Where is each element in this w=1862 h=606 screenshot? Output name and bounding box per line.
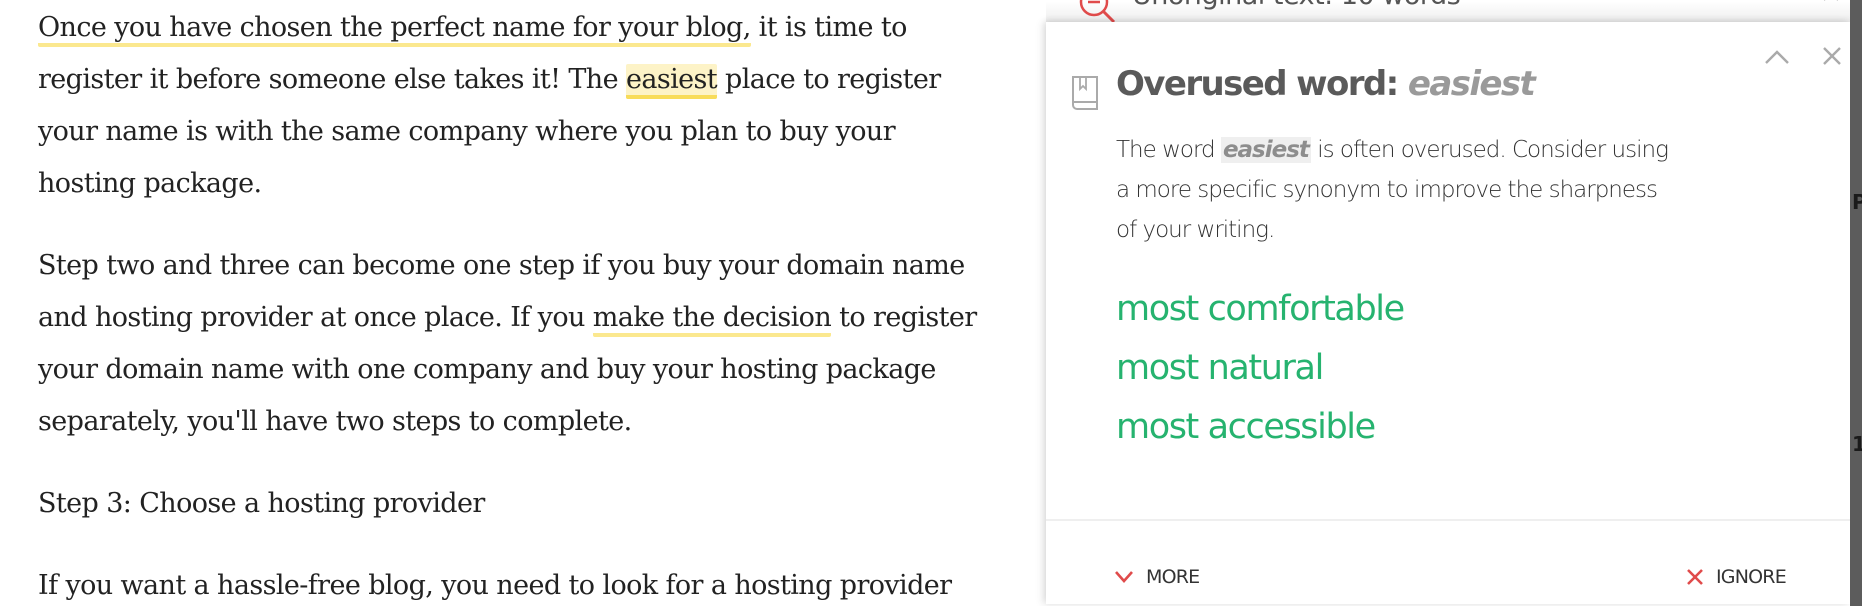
more-button[interactable]: MORE (1114, 562, 1200, 592)
suggestion-card: Overused word: easiest The word easiest … (1046, 22, 1850, 604)
close-icon[interactable] (1822, 0, 1840, 2)
ignore-button[interactable]: IGNORE (1686, 562, 1787, 592)
style-suggestion-underline[interactable]: make the decision (592, 302, 832, 337)
card-title: Overused word: easiest (1116, 64, 1536, 104)
paragraph-line: and hosting provider at once place. If y… (38, 292, 977, 344)
desc-text: is often overused. Consider using (1310, 137, 1669, 163)
chevron-up-icon[interactable] (1763, 46, 1791, 68)
paragraph-line: Step two and three can become one step i… (38, 250, 965, 281)
cropped-text-fragment: 1 (1852, 432, 1862, 456)
book-icon (1072, 76, 1098, 110)
heading-text: Step 3: Choose a hosting provider (38, 488, 485, 519)
text-run: register it before someone else takes it… (38, 64, 626, 95)
desc-text: The word (1116, 137, 1221, 163)
background-panel-edge: P 1 (1850, 0, 1862, 606)
paragraph-2[interactable]: Step two and three can become one step i… (38, 240, 977, 448)
paragraph-line: separately, you'll have two steps to com… (38, 406, 632, 437)
suggestion-item[interactable]: most accessible (1116, 398, 1404, 457)
section-heading: Step 3: Choose a hosting provider (38, 478, 485, 530)
desc-text: a more specific synonym to improve the s… (1116, 177, 1658, 203)
card-description: The word easiest is often overused. Cons… (1116, 130, 1726, 250)
footer-divider (1046, 519, 1850, 521)
title-word: easiest (1407, 64, 1536, 104)
desc-highlighted-word: easiest (1220, 137, 1311, 163)
text-run: to register (831, 302, 977, 333)
collapsed-suggestion-card[interactable]: Unoriginal text: 10 words (1046, 0, 1850, 24)
text-run: place to register (717, 64, 941, 95)
paragraph-1[interactable]: Once you have chosen the perfect name fo… (38, 2, 941, 210)
paragraph-line: your domain name with one company and bu… (38, 354, 936, 385)
text-run: it is time to (750, 12, 908, 43)
suggestion-list: most comfortable most natural most acces… (1116, 280, 1405, 457)
ignore-label: IGNORE (1716, 566, 1787, 588)
cropped-text-fragment: P (1852, 190, 1862, 214)
paragraph-line: hosting package. (38, 168, 262, 199)
suggestion-item[interactable]: most natural (1116, 339, 1404, 398)
paragraph-4[interactable]: If you want a hassle-free blog, you need… (38, 560, 952, 606)
text-run: and hosting provider at once place. If y… (38, 302, 593, 333)
paragraph-line: If you want a hassle-free blog, you need… (38, 570, 952, 601)
collapsed-card-title: Unoriginal text: 10 words (1132, 0, 1461, 11)
suggestion-item[interactable]: most comfortable (1116, 280, 1405, 339)
paragraph-line: register it before someone else takes it… (38, 54, 941, 106)
close-icon (1687, 569, 1703, 585)
desc-text: of your writing. (1116, 217, 1275, 243)
highlighted-word-easiest[interactable]: easiest (625, 64, 718, 99)
more-label: MORE (1146, 566, 1200, 588)
chevron-down-icon (1115, 571, 1133, 583)
title-prefix: Overused word: (1116, 64, 1408, 104)
style-suggestion-underline[interactable]: Once you have chosen the perfect name fo… (38, 12, 751, 47)
close-icon[interactable] (1820, 44, 1844, 68)
paragraph-line: Once you have chosen the perfect name fo… (38, 2, 941, 54)
paragraph-line: your name is with the same company where… (38, 116, 896, 147)
